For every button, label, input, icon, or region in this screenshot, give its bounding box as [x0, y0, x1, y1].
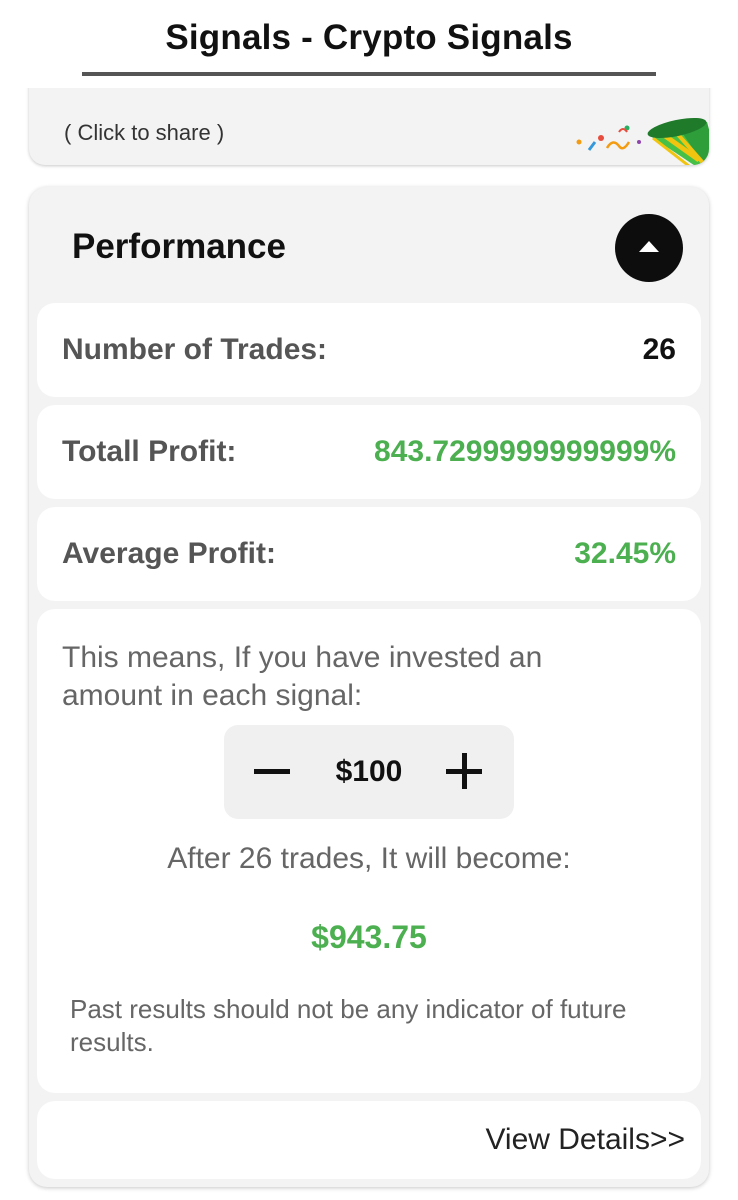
plus-icon[interactable] [446, 753, 482, 789]
app-header: Signals - Crypto Signals [0, 0, 738, 88]
stat-label: Average Profit: [62, 537, 276, 570]
share-text[interactable]: ( Click to share ) [64, 120, 224, 146]
stat-row-number-of-trades: Number of Trades: 26 [37, 303, 701, 397]
performance-card: Performance Number of Trades: 26 Totall … [29, 187, 709, 1187]
page: Signals - Crypto Signals ( Click to shar… [0, 0, 738, 1200]
stat-value: 843.7299999999999% [374, 435, 676, 468]
after-trades-text: After 26 trades, It will become: [167, 842, 571, 875]
collapse-button[interactable] [615, 214, 683, 282]
stat-row-total-profit: Totall Profit: 843.7299999999999% [37, 405, 701, 499]
investment-calculator: This means, If you have invested an amou… [37, 609, 701, 1093]
caret-up-icon [639, 241, 659, 252]
disclaimer: Past results should not be any indicator… [70, 994, 627, 1057]
performance-title: Performance [72, 227, 286, 266]
party-popper-icon [576, 117, 709, 165]
stat-value: 26 [642, 333, 676, 366]
title-underline [82, 72, 656, 76]
amount-stepper: $100 [224, 725, 514, 819]
view-details-row: View Details>> [37, 1101, 701, 1179]
page-title: Signals - Crypto Signals [165, 18, 573, 57]
stat-value: 32.45% [574, 537, 676, 570]
investment-intro: This means, If you have invested an amou… [62, 641, 543, 712]
stat-label: Totall Profit: [62, 435, 237, 468]
result-value: $943.75 [311, 919, 427, 955]
stat-label: Number of Trades: [62, 333, 328, 366]
view-details-link[interactable]: View Details>> [485, 1123, 685, 1157]
stat-row-average-profit: Average Profit: 32.45% [37, 507, 701, 601]
